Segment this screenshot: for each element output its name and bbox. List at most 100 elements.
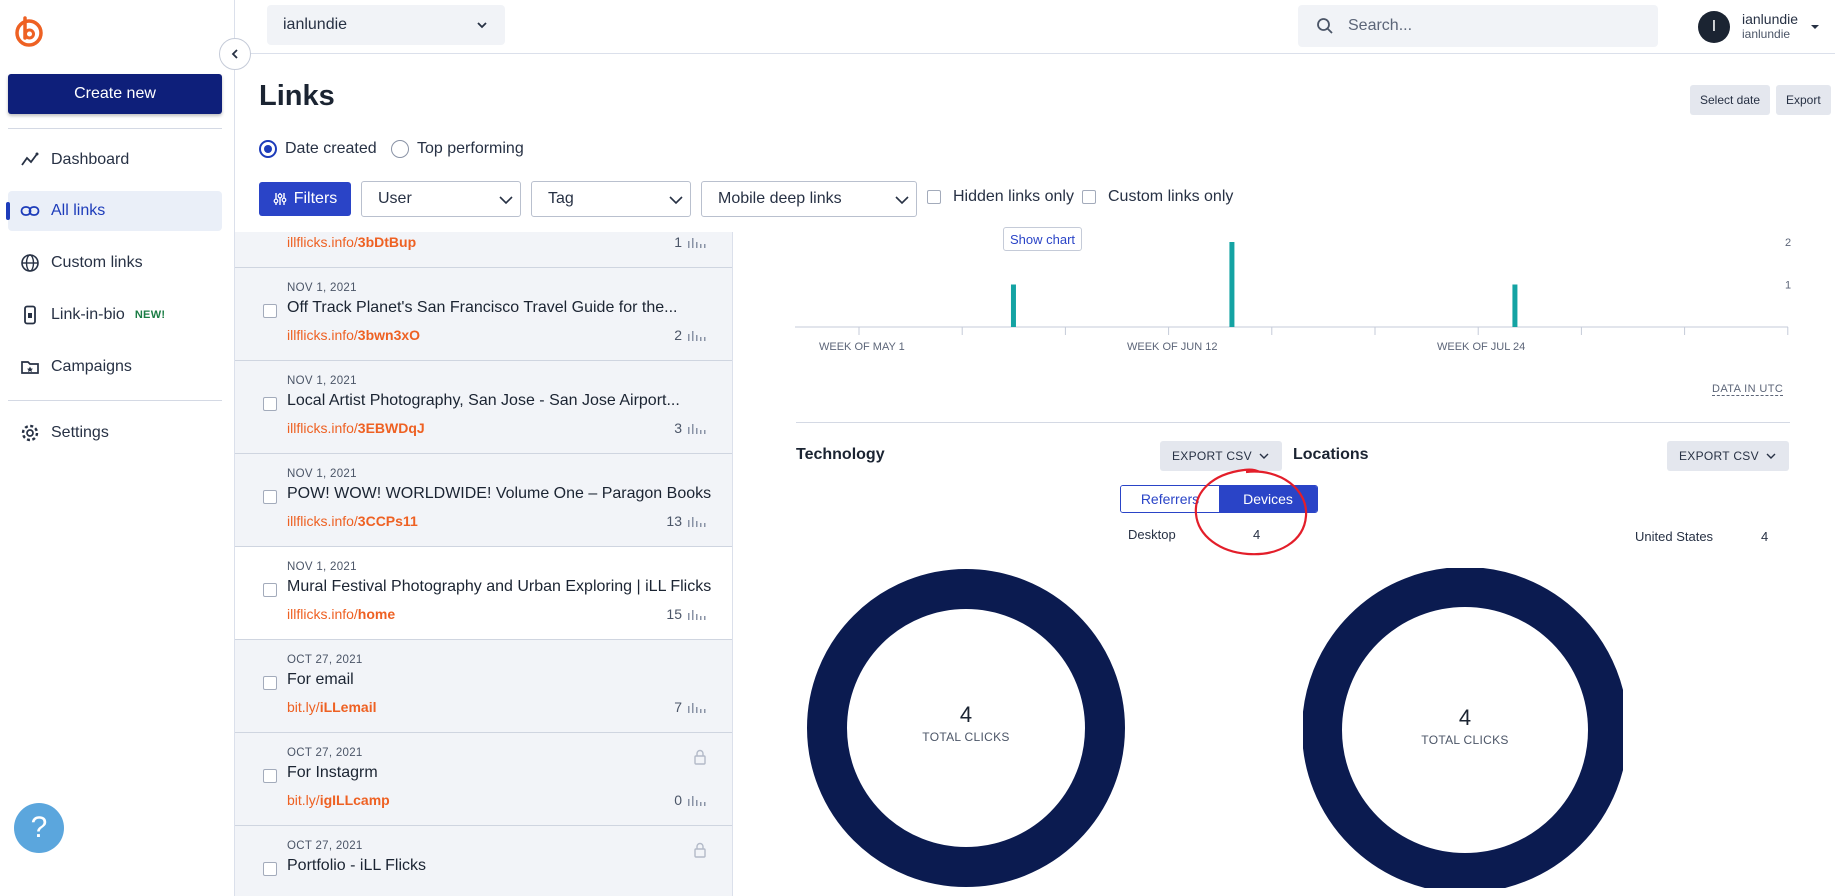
sidebar-item-custom-links[interactable]: Custom links	[8, 243, 222, 283]
short-link[interactable]: illflicks.info/3bDtBup	[287, 234, 416, 250]
sidebar-item-campaigns[interactable]: Campaigns	[8, 347, 222, 387]
link-row[interactable]: OCT 27, 2021 For Instagrm bit.ly/igILLca…	[235, 733, 732, 826]
link-title[interactable]: Mural Festival Photography and Urban Exp…	[287, 578, 711, 596]
click-value: 0	[674, 792, 682, 808]
short-domain: illflicks.info/	[287, 327, 358, 343]
link-checkbox[interactable]	[263, 490, 277, 504]
link-title[interactable]: Off Track Planet's San Francisco Travel …	[287, 299, 677, 317]
sidebar-item-dashboard[interactable]: Dashboard	[8, 140, 222, 180]
sliders-icon	[273, 193, 287, 205]
click-count: 13	[666, 513, 707, 529]
link-title[interactable]: Portfolio - iLL Flicks	[287, 857, 426, 875]
create-new-button[interactable]: Create new	[8, 74, 222, 114]
link-title[interactable]: Local Artist Photography, San Jose - San…	[287, 392, 680, 410]
link-row[interactable]: NOV 1, 2021 Local Artist Photography, Sa…	[235, 361, 732, 454]
link-row[interactable]: NOV 1, 2021 Off Track Planet's San Franc…	[235, 268, 732, 361]
bar-chart-icon	[688, 703, 706, 713]
user-menu[interactable]: I ianlundie ianlundie	[1698, 8, 1828, 46]
chevron-down-icon	[895, 196, 909, 205]
short-link[interactable]: bit.ly/iLLemail	[287, 699, 376, 715]
technology-donut-chart: 4 TOTAL CLICKS	[806, 568, 1126, 888]
short-link[interactable]: illflicks.info/home	[287, 606, 395, 622]
location-value: 4	[1761, 529, 1769, 544]
link-title[interactable]: For Instagrm	[287, 764, 378, 782]
link-row[interactable]: OCT 27, 2021 Portfolio - iLL Flicks	[235, 826, 732, 896]
sidebar-item-link-in-bio[interactable]: Link-in-bio NEW!	[8, 295, 222, 335]
sidebar-item-label: Settings	[51, 424, 109, 441]
export-csv-label: EXPORT CSV	[1679, 449, 1759, 463]
radio-top-performing[interactable]	[391, 140, 409, 158]
hidden-links-checkbox[interactable]	[927, 190, 941, 204]
short-link[interactable]: bit.ly/igILLcamp	[287, 792, 390, 808]
help-label: ?	[30, 811, 48, 844]
link-checkbox[interactable]	[263, 583, 277, 597]
filters-button[interactable]: Filters	[259, 182, 351, 216]
sort-date-created[interactable]: Date created	[259, 138, 377, 160]
search-icon	[1317, 18, 1333, 34]
short-slug: igILLcamp	[319, 792, 390, 808]
dropdown-label: User	[378, 190, 412, 207]
link-row[interactable]: NOV 1, 2021 POW! WOW! WORLDWIDE! Volume …	[235, 454, 732, 547]
collapse-sidebar-button[interactable]	[219, 38, 251, 70]
sidebar-item-settings[interactable]: Settings	[8, 413, 222, 453]
select-date-button[interactable]: Select date	[1690, 85, 1771, 115]
chart-bar[interactable]	[1512, 284, 1518, 328]
sort-top-performing[interactable]: Top performing	[391, 138, 524, 160]
link-date: OCT 27, 2021	[287, 654, 363, 666]
locations-export-csv-button[interactable]: EXPORT CSV	[1667, 441, 1789, 471]
short-slug: 3EBWDqJ	[357, 420, 425, 436]
account-select[interactable]: ianlundie	[267, 5, 505, 45]
custom-links-only-filter[interactable]: Custom links only	[1082, 188, 1233, 206]
click-value: 1	[674, 234, 682, 250]
donut-center: 4 TOTAL CLICKS	[916, 702, 1016, 746]
short-link[interactable]: illflicks.info/3bwn3xO	[287, 327, 420, 343]
click-count: 1	[674, 234, 707, 250]
link-checkbox[interactable]	[263, 862, 277, 876]
total-clicks-label: TOTAL CLICKS	[1421, 733, 1509, 747]
link-row[interactable]: NOV 1, 2021 Mural Festival Photography a…	[235, 547, 732, 640]
sidebar-item-all-links[interactable]: All links	[6, 191, 222, 231]
export-button[interactable]: Export	[1776, 85, 1831, 115]
page-title: Links	[259, 80, 335, 112]
custom-links-checkbox[interactable]	[1082, 190, 1096, 204]
mobile-deep-links-dropdown[interactable]: Mobile deep links	[701, 181, 917, 217]
sidebar-item-label: Custom links	[51, 254, 143, 271]
link-title[interactable]: POW! WOW! WORLDWIDE! Volume One – Parago…	[287, 485, 711, 503]
chevron-down-icon	[1766, 453, 1776, 459]
locations-title: Locations	[1293, 446, 1369, 463]
link-checkbox[interactable]	[263, 304, 277, 318]
search-box[interactable]	[1298, 5, 1658, 47]
data-in-utc-label: DATA IN UTC	[1712, 383, 1784, 396]
radio-date-created[interactable]	[259, 140, 277, 158]
tag-dropdown[interactable]: Tag	[531, 181, 691, 217]
sidebar: Create new Dashboard All links Custom li…	[0, 0, 235, 896]
chart-bar[interactable]	[1229, 242, 1235, 327]
link-date: NOV 1, 2021	[287, 561, 357, 573]
link-checkbox[interactable]	[263, 397, 277, 411]
show-chart-button[interactable]: Show chart	[1003, 227, 1083, 251]
new-badge: NEW!	[134, 309, 166, 321]
link-row[interactable]: illflicks.info/3bDtBup 1	[235, 232, 732, 268]
click-count: 15	[666, 606, 707, 622]
short-link[interactable]: illflicks.info/3CCPs11	[287, 513, 418, 529]
short-domain: illflicks.info/	[287, 234, 358, 250]
user-dropdown[interactable]: User	[361, 181, 521, 217]
link-checkbox[interactable]	[263, 676, 277, 690]
chart-bar[interactable]	[1010, 284, 1016, 328]
chart-bars	[1010, 242, 1518, 328]
sidebar-item-label: Campaigns	[51, 358, 132, 375]
chart-labels: WEEK OF MAY 1 WEEK OF JUN 12 WEEK OF JUL 2…	[819, 237, 1791, 352]
link-row[interactable]: OCT 27, 2021 For email bit.ly/iLLemail 7	[235, 640, 732, 733]
short-domain: bit.ly/	[287, 792, 320, 808]
hidden-links-only-filter[interactable]: Hidden links only	[927, 188, 1074, 206]
link-checkbox[interactable]	[263, 769, 277, 783]
link-title[interactable]: For email	[287, 671, 354, 689]
short-link[interactable]: illflicks.info/3EBWDqJ	[287, 420, 425, 436]
checkbox-label: Hidden links only	[953, 188, 1074, 205]
chevron-down-icon	[477, 22, 487, 29]
help-button[interactable]: ?	[14, 803, 64, 853]
search-input[interactable]	[1348, 17, 1628, 35]
device-label: Desktop	[1128, 527, 1176, 542]
bar-chart-icon	[688, 238, 706, 248]
bitly-logo-icon[interactable]	[12, 14, 46, 48]
